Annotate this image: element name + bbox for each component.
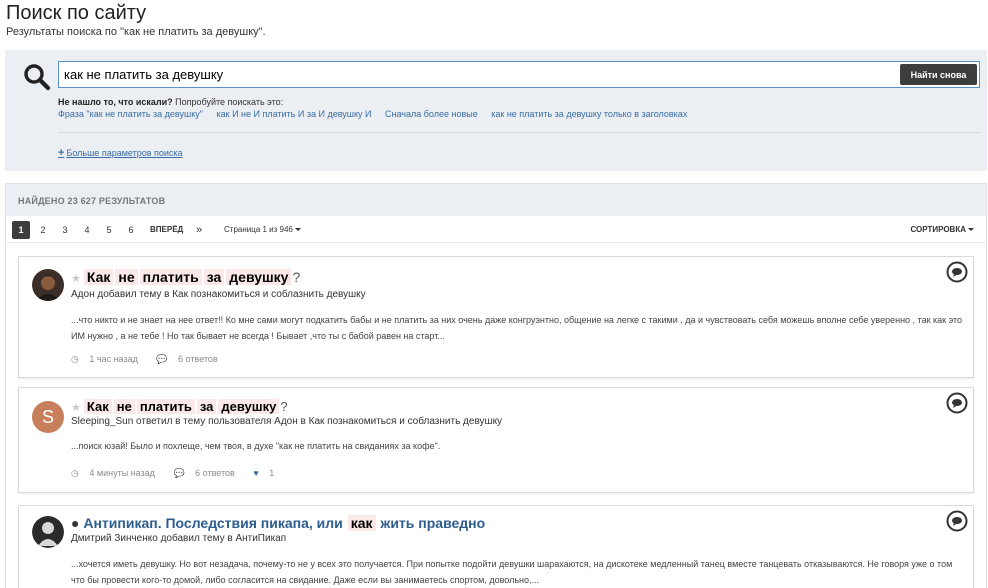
more-params-label: Больше параметров поиска — [66, 148, 183, 158]
avatar[interactable]: S — [32, 401, 64, 433]
search-panel: Найти снова Не нашло то, что искали? Поп… — [5, 50, 987, 171]
page-3-button[interactable]: 3 — [56, 221, 74, 239]
replies-stat: 💬 6 ответов — [156, 354, 225, 364]
suggestion-newest-link[interactable]: Сначала более новые — [385, 109, 478, 119]
title-highlight: не — [113, 399, 135, 414]
title-suffix: ? — [280, 399, 288, 414]
title-suffix: ? — [292, 269, 301, 285]
chat-bubble-icon — [946, 392, 968, 414]
result-title-link[interactable]: ★ Как не платить за девушку? — [71, 399, 288, 414]
title-highlight: за — [203, 269, 225, 285]
svg-text:S: S — [42, 407, 54, 427]
star-icon: ★ — [71, 402, 81, 414]
result-meta: Адон добавил тему в Как познакомиться и … — [71, 289, 366, 300]
clock-icon: ◷ — [71, 468, 79, 478]
suggestion-phrase-link[interactable]: Фраза "как не платить за девушку" — [58, 109, 203, 119]
title-rest: жить праведно — [380, 515, 486, 531]
search-again-button[interactable]: Найти снова — [900, 64, 977, 85]
result-title-link[interactable]: ● Антипикап. Последствия пикапа, или как… — [71, 515, 485, 531]
suggestion-titles-only-link[interactable]: как не платить за девушку только в загол… — [491, 109, 687, 119]
sort-label: СОРТИРОВКА — [910, 225, 966, 234]
title-highlight: за — [196, 399, 217, 414]
search-field: Найти снова — [58, 61, 980, 88]
title-highlight: Как — [83, 399, 112, 414]
avatar[interactable] — [32, 516, 64, 548]
page-of-label: Страница 1 из 946 — [224, 225, 293, 234]
page-1-button[interactable]: 1 — [12, 221, 30, 239]
chat-bubble-icon — [946, 510, 968, 532]
search-icon — [24, 64, 51, 91]
comment-icon: 💬 — [156, 354, 168, 364]
result-item: ★ Как не платить за девушку? Адон добавил тем… — [18, 256, 974, 378]
replies-label: 6 ответов — [178, 354, 218, 364]
caret-down-icon — [294, 228, 301, 232]
time-stat: ◷ 4 минуты назад — [71, 468, 163, 478]
search-suggestions: Фраза "как не платить за девушку" как И … — [58, 109, 698, 119]
search-input[interactable] — [59, 62, 889, 87]
result-item: S ★ Как не платить за девушку? Sleeping_Sun о… — [18, 387, 974, 493]
clock-icon: ◷ — [71, 354, 79, 364]
page-title: Поиск по сайту — [6, 2, 147, 24]
divider — [58, 132, 980, 133]
user-photo-icon — [32, 269, 64, 301]
comment-icon: 💬 — [173, 468, 185, 478]
result-snippet: ...хочется иметь девушку. Но вот незадач… — [71, 559, 953, 585]
sort-dropdown[interactable]: СОРТИРОВКА — [910, 221, 974, 239]
page-subtitle: Результаты поиска по "как не платить за … — [6, 26, 266, 38]
title-highlight: Как — [83, 269, 114, 285]
time-stat: ◷ 1 час назад — [71, 354, 146, 364]
suggestion-and-link[interactable]: как И не И платить И за И девушку И — [216, 109, 371, 119]
results-count: НАЙДЕНО 23 627 РЕЗУЛЬТАТОВ — [6, 184, 986, 216]
avatar[interactable] — [32, 269, 64, 301]
star-icon: ★ — [71, 273, 81, 285]
likes-stat[interactable]: ♥ 1 — [253, 468, 282, 478]
next-page-button[interactable]: ВПЕРЁД — [150, 221, 183, 239]
title-highlight: девушку — [218, 399, 280, 414]
time-label: 1 час назад — [89, 354, 138, 364]
time-label: 4 минуты назад — [89, 468, 155, 478]
replies-label: 6 ответов — [195, 468, 235, 478]
chat-bubble-icon — [946, 261, 968, 283]
not-found-try: Попробуйте поискать это: — [172, 97, 284, 107]
like-heart-icon: ♥ — [253, 468, 259, 478]
more-search-params-link[interactable]: + Больше параметров поиска — [58, 147, 183, 159]
result-stats: ◷ 1 час назад 💬 6 ответов — [71, 354, 234, 365]
replies-stat: 💬 6 ответов — [173, 468, 242, 478]
result-snippet: ...поиск юзай! Было и похлеще, чем твоя,… — [71, 441, 441, 451]
user-photo-icon — [32, 516, 64, 548]
result-title-link[interactable]: ★ Как не платить за девушку? — [71, 269, 300, 285]
result-item: ● Антипикап. Последствия пикапа, или как… — [18, 505, 974, 588]
title-highlight: платить — [139, 269, 202, 285]
title-prefix: Антипикап. Последствия пикапа, или — [83, 515, 343, 531]
page-6-button[interactable]: 6 — [122, 221, 140, 239]
likes-count: 1 — [269, 468, 275, 478]
page-4-button[interactable]: 4 — [78, 221, 96, 239]
result-meta: Sleeping_Sun ответил в тему пользователя… — [71, 416, 503, 427]
page-2-button[interactable]: 2 — [34, 221, 52, 239]
page-5-button[interactable]: 5 — [100, 221, 118, 239]
last-page-button[interactable]: » — [196, 221, 202, 239]
page-jump-dropdown[interactable]: Страница 1 из 946 — [224, 221, 301, 239]
plus-icon: + — [58, 147, 65, 159]
result-snippet: ...что никто и не знает на нее ответ!! К… — [71, 315, 963, 341]
title-highlight: платить — [136, 399, 195, 414]
caret-down-icon — [968, 228, 974, 232]
not-found-question: Не нашло то, что искали? — [58, 97, 173, 107]
title-highlight: как — [347, 515, 376, 531]
result-stats: ◷ 4 минуты назад 💬 6 ответов ♥ 1 — [71, 468, 290, 479]
letter-avatar-icon: S — [42, 407, 54, 427]
title-highlight: девушку — [226, 269, 292, 285]
result-meta: Дмитрий Зинченко добавил тему в АнтиПика… — [71, 533, 287, 544]
title-highlight: не — [115, 269, 138, 285]
not-found-hint: Не нашло то, что искали? Попробуйте поис… — [58, 97, 283, 107]
unread-dot-icon: ● — [71, 515, 80, 531]
pagination: 1 2 3 4 5 6 ВПЕРЁД » Страница 1 из 946 С… — [6, 216, 986, 243]
